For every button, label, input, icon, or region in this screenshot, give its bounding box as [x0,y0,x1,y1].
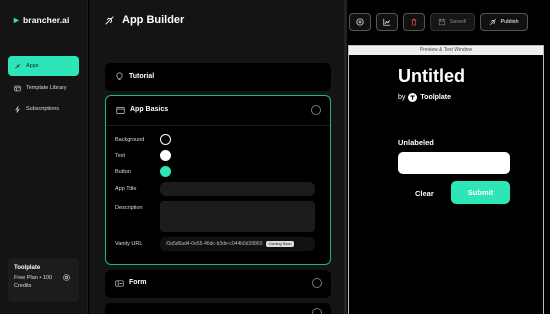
description-textarea[interactable] [160,201,315,232]
add-button[interactable] [349,13,371,31]
background-color-label: Background [115,137,145,143]
app-title-label: App Title [115,186,137,192]
preview-app-title: Untitled [398,66,465,86]
save-icon [439,18,446,26]
preview-submit-button[interactable]: Submit [451,181,510,204]
gear-icon[interactable] [62,273,71,282]
preview-author: Toolplate [420,94,451,101]
brand-name: brancher.ai [23,15,70,25]
delete-button[interactable] [403,13,425,31]
description-label: Description [115,205,143,211]
tutorial-section[interactable]: Tutorial [105,63,331,91]
preview-clear-button[interactable]: Clear [415,189,434,198]
bolt-icon [15,105,20,113]
account-name: Toolplate [14,265,41,271]
builder-panel: App Builder Tutorial App Basics Backgrou… [89,0,345,314]
rocket-icon [15,63,21,69]
analytics-button[interactable] [376,13,398,31]
section-title: Tutorial [129,73,155,80]
text-color-swatch[interactable] [160,150,171,161]
sidebar-item-template-library[interactable]: Template Library [8,78,79,98]
sidebar-item-label: Template Library [26,85,67,91]
vanity-url-field[interactable]: /0a5d6ad4-0e55-46dc-b3de-c044b0d39860 Co… [160,237,315,251]
publish-button[interactable]: Publish [480,13,528,31]
rocket-icon [490,18,497,26]
text-color-label: Text [115,153,126,159]
vanity-url-label: Vanity URL [115,241,143,247]
sidebar-item-label: Subscriptions [26,106,60,112]
section-toggle[interactable] [311,105,321,115]
sidebar-item-subscriptions[interactable]: Subscriptions [8,99,79,119]
publish-label: Publish [500,19,519,25]
section-toggle[interactable] [312,278,322,288]
sidebar: ► brancher.ai Apps Template Library Subs… [0,0,88,314]
next-section[interactable] [105,303,331,314]
preview-by-text: by [398,94,406,101]
toolplate-logo-icon [408,93,418,102]
saved-label: Saved! [449,19,467,25]
page-header: App Builder [104,14,184,26]
section-toggle[interactable] [312,308,322,314]
form-icon [115,280,124,287]
saved-button[interactable]: Saved! [430,13,475,31]
rocket-icon [105,15,114,25]
button-color-label: Button [115,169,131,175]
section-divider [106,125,330,126]
page-title: App Builder [122,14,185,26]
preview-field-label: Unlabeled [398,138,434,147]
toolbar: Saved! Publish [349,13,528,31]
coming-soon-badge: Coming Soon [266,241,294,247]
preview-window: Preview & Test Window Untitled by Toolpl… [348,45,544,314]
account-card: Toolplate Free Plan • 100 Credits [8,258,79,302]
background-color-swatch[interactable] [160,134,171,145]
chart-icon [383,18,391,26]
window-icon [116,106,125,115]
preview-byline: by Toolplate [398,93,451,102]
preview-header: Preview & Test Window [349,46,543,55]
brand-logo[interactable]: ► brancher.ai [12,15,69,25]
preview-text-input[interactable] [398,152,510,174]
sidebar-item-apps[interactable]: Apps [8,56,79,76]
plus-circle-icon [356,18,364,26]
section-title: Form [129,279,147,286]
form-section[interactable]: Form [105,270,331,298]
account-plan: Free Plan • 100 Credits [14,275,53,289]
section-title: App Basics [130,106,169,113]
app-basics-section: App Basics Background Text Button App Ti… [105,95,331,265]
brand-mark-icon: ► [12,15,22,25]
builder-scrollbar[interactable] [344,0,347,314]
lightbulb-icon [116,72,123,81]
app-title-input[interactable] [160,182,315,196]
library-icon [14,85,21,91]
sidebar-item-label: Apps [26,63,39,69]
vanity-url-value: /0a5d6ad4-0e55-46dc-b3de-c044b0d39860 [166,241,263,247]
button-color-swatch[interactable] [160,166,171,177]
trash-icon [411,18,417,26]
